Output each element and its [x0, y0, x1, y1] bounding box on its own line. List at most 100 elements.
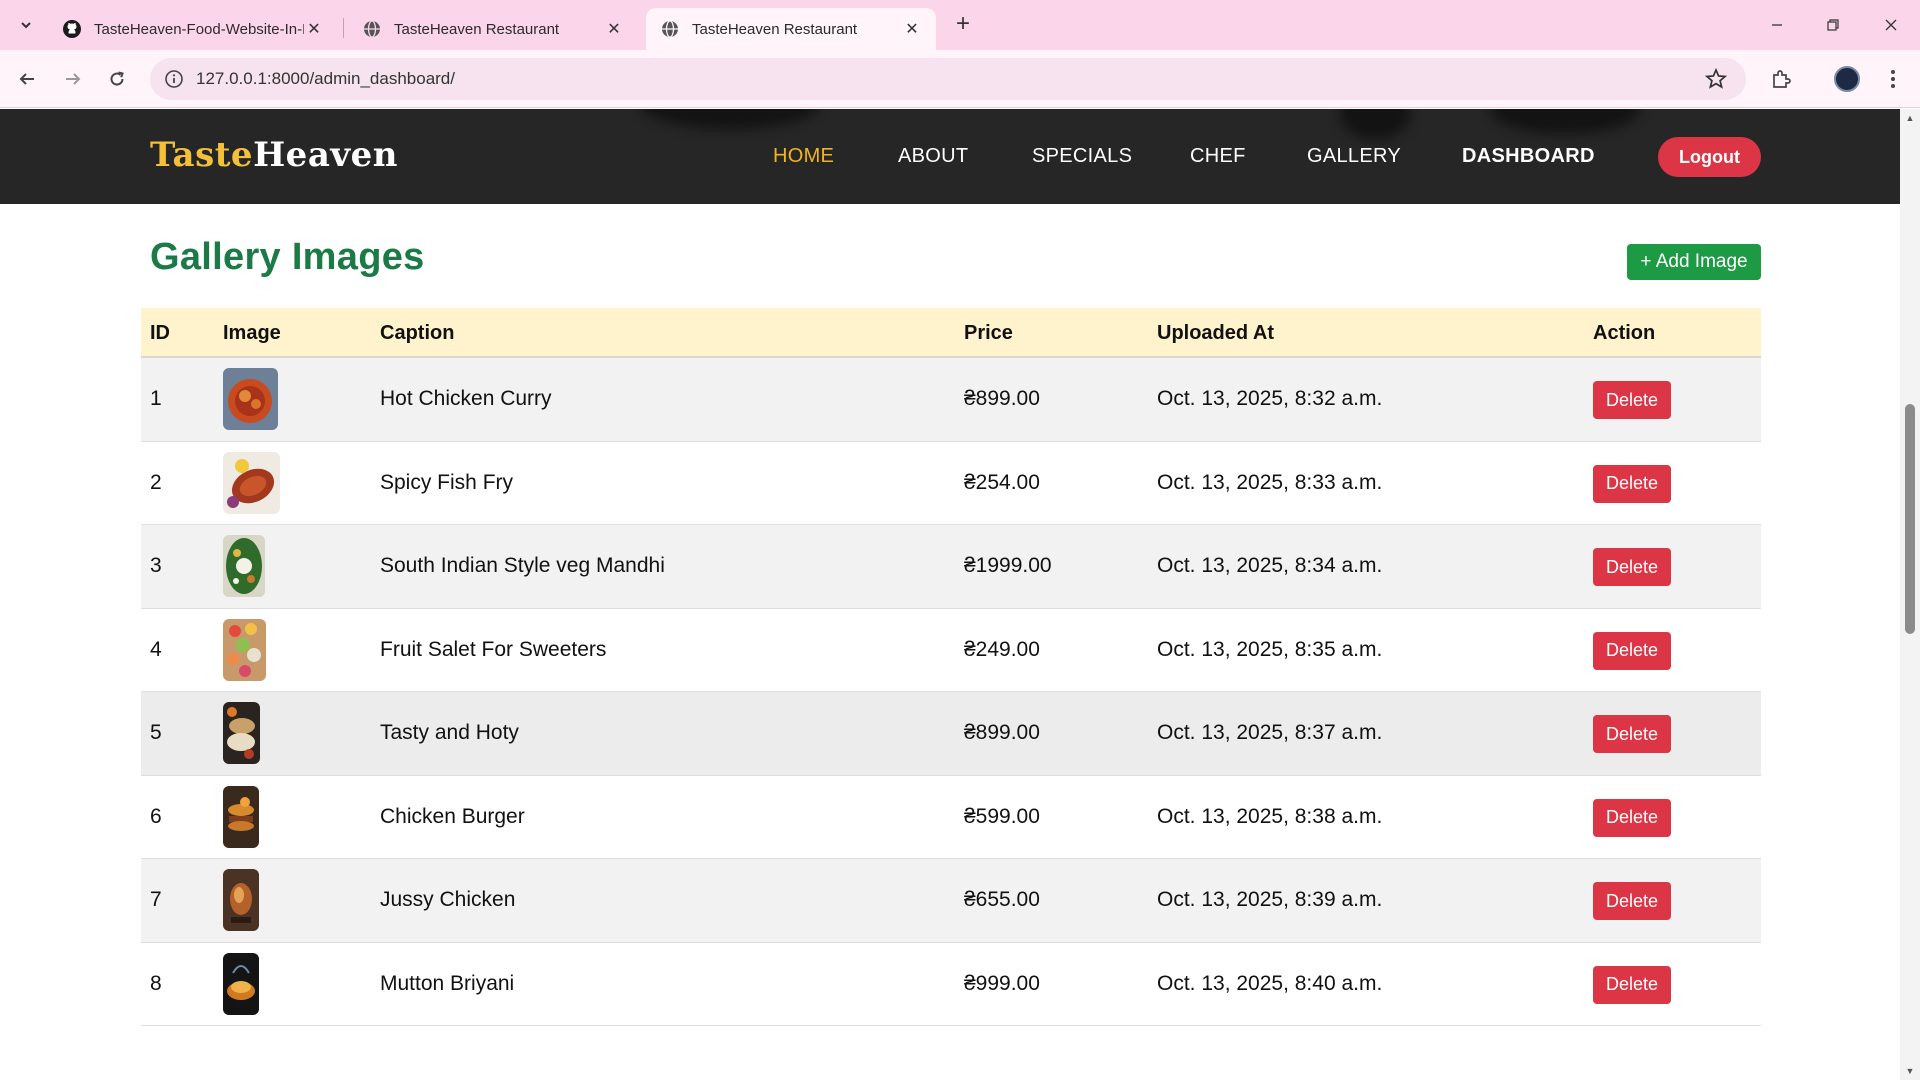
row-id: 7 [150, 888, 162, 911]
table-row: 4 Fruit Salet For Sweeters ₴249.00 Oct. … [141, 609, 1761, 692]
minimize-button[interactable] [1762, 10, 1792, 40]
tab-title: TasteHeaven Restaurant [692, 20, 858, 38]
row-caption: Jussy Chicken [380, 888, 516, 911]
table-row: 6 Chicken Burger ₴599.00 Oct. 13, 2025, … [141, 776, 1761, 859]
page-scrollbar[interactable]: ▲ ▼ [1900, 109, 1920, 1080]
scroll-down-arrow-icon[interactable]: ▼ [1904, 1066, 1916, 1076]
url-text[interactable]: 127.0.0.1:8000/admin_dashboard/ [196, 69, 455, 89]
row-price: ₴655.00 [964, 888, 1040, 911]
food-thumbnail [223, 535, 265, 597]
browser-tab-1[interactable]: TasteHeaven-Food-Website-In-D ✕ [48, 8, 338, 50]
column-header-image: Image [223, 322, 281, 344]
delete-button[interactable]: Delete [1593, 882, 1671, 920]
column-header-caption: Caption [380, 322, 455, 344]
reload-button[interactable] [102, 64, 132, 94]
arrow-left-icon [19, 73, 34, 85]
close-icon[interactable]: ✕ [304, 19, 324, 39]
page-title: Gallery Images [150, 236, 425, 278]
browser-tab-3-active[interactable]: TasteHeaven Restaurant ✕ [646, 8, 936, 50]
row-caption: Hot Chicken Curry [380, 387, 552, 410]
row-caption: South Indian Style veg Mandhi [380, 554, 665, 577]
globe-icon [660, 19, 680, 39]
row-price: ₴249.00 [964, 637, 1040, 661]
delete-button[interactable]: Delete [1593, 798, 1671, 837]
tab-search-button[interactable] [12, 12, 40, 38]
row-uploaded-at: Oct. 13, 2025, 8:37 a.m. [1157, 721, 1383, 744]
restore-button[interactable] [1818, 10, 1848, 40]
food-thumbnail [223, 869, 259, 931]
food-thumbnail [223, 952, 259, 1015]
table-row: 1 Hot Chicken Curry ₴899.00 Oct. 13, 202… [141, 358, 1761, 442]
column-header-action: Action [1593, 322, 1656, 344]
delete-button[interactable]: Delete [1593, 381, 1671, 419]
delete-button[interactable]: Delete [1593, 548, 1671, 586]
header-background-shape [1490, 109, 1640, 134]
row-uploaded-at: Oct. 13, 2025, 8:35 a.m. [1157, 637, 1383, 661]
gallery-table: ID Image Caption Price Uploaded At Actio… [141, 308, 1761, 1026]
close-icon[interactable]: ✕ [902, 19, 922, 39]
column-header-id: ID [150, 322, 170, 344]
arrow-right-icon [66, 73, 81, 85]
page-viewport: TasteHeaven HOME ABOUT SPECIALS CHEF GAL… [0, 109, 1900, 1080]
delete-button[interactable]: Delete [1593, 715, 1671, 753]
nav-dashboard[interactable]: DASHBOARD [1462, 145, 1595, 168]
row-price: ₴599.00 [964, 804, 1040, 828]
browser-tab-2[interactable]: TasteHeaven Restaurant ✕ [348, 8, 638, 50]
scroll-up-arrow-icon[interactable]: ▲ [1904, 113, 1916, 123]
row-uploaded-at: Oct. 13, 2025, 8:39 a.m. [1157, 888, 1383, 911]
nav-gallery[interactable]: GALLERY [1307, 145, 1401, 168]
row-id: 2 [150, 470, 162, 494]
delete-button[interactable]: Delete [1593, 965, 1671, 1004]
close-icon [1885, 19, 1897, 31]
food-thumbnail [223, 785, 259, 848]
row-price: ₴899.00 [964, 721, 1040, 744]
globe-icon [362, 19, 382, 39]
profile-avatar[interactable] [1834, 66, 1860, 92]
row-price: ₴254.00 [964, 470, 1040, 494]
row-caption: Spicy Fish Fry [380, 470, 514, 494]
nav-specials[interactable]: SPECIALS [1032, 145, 1132, 168]
row-id: 6 [150, 804, 162, 828]
site-info-icon[interactable] [164, 69, 184, 89]
row-id: 1 [150, 387, 162, 410]
table-row: 7 Jussy Chicken ₴655.00 Oct. 13, 2025, 8… [141, 859, 1761, 943]
nav-chef[interactable]: CHEF [1190, 145, 1246, 168]
add-image-button[interactable]: + Add Image [1627, 244, 1761, 280]
logo-taste: Taste [150, 135, 254, 175]
browser-menu-button[interactable] [1878, 64, 1908, 94]
row-id: 4 [150, 637, 162, 661]
extensions-button[interactable] [1766, 64, 1796, 94]
food-thumbnail [223, 618, 266, 681]
scrollbar-thumb[interactable] [1905, 404, 1915, 634]
tab-title: TasteHeaven Restaurant [394, 20, 560, 38]
nav-about[interactable]: ABOUT [898, 145, 968, 168]
logout-button[interactable]: Logout [1658, 137, 1761, 177]
row-price: ₴899.00 [964, 387, 1040, 410]
forward-button[interactable] [58, 64, 88, 94]
close-icon[interactable]: ✕ [604, 19, 624, 39]
column-header-price: Price [964, 322, 1013, 344]
row-uploaded-at: Oct. 13, 2025, 8:33 a.m. [1157, 470, 1383, 494]
delete-button[interactable]: Delete [1593, 464, 1671, 503]
new-tab-button[interactable]: + [950, 12, 976, 38]
back-button[interactable] [12, 64, 42, 94]
bookmark-star-icon[interactable] [1704, 67, 1728, 91]
nav-home[interactable]: HOME [773, 145, 834, 168]
minimize-icon [1772, 24, 1782, 26]
delete-button[interactable]: Delete [1593, 631, 1671, 670]
reload-icon [110, 71, 124, 86]
site-header: TasteHeaven HOME ABOUT SPECIALS CHEF GAL… [0, 109, 1900, 204]
row-uploaded-at: Oct. 13, 2025, 8:38 a.m. [1157, 804, 1383, 828]
tab-separator [343, 18, 344, 38]
more-vertical-icon [1891, 70, 1895, 88]
table-row: 8 Mutton Briyani ₴999.00 Oct. 13, 2025, … [141, 943, 1761, 1026]
address-bar[interactable]: 127.0.0.1:8000/admin_dashboard/ [150, 58, 1746, 100]
row-id: 5 [150, 721, 162, 744]
site-logo[interactable]: TasteHeaven [150, 135, 398, 175]
row-caption: Tasty and Hoty [380, 721, 519, 744]
row-caption: Chicken Burger [380, 804, 525, 828]
column-header-uploaded-at: Uploaded At [1157, 322, 1275, 344]
food-thumbnail [223, 702, 260, 764]
chevron-down-icon [21, 22, 31, 29]
close-window-button[interactable] [1876, 10, 1906, 40]
